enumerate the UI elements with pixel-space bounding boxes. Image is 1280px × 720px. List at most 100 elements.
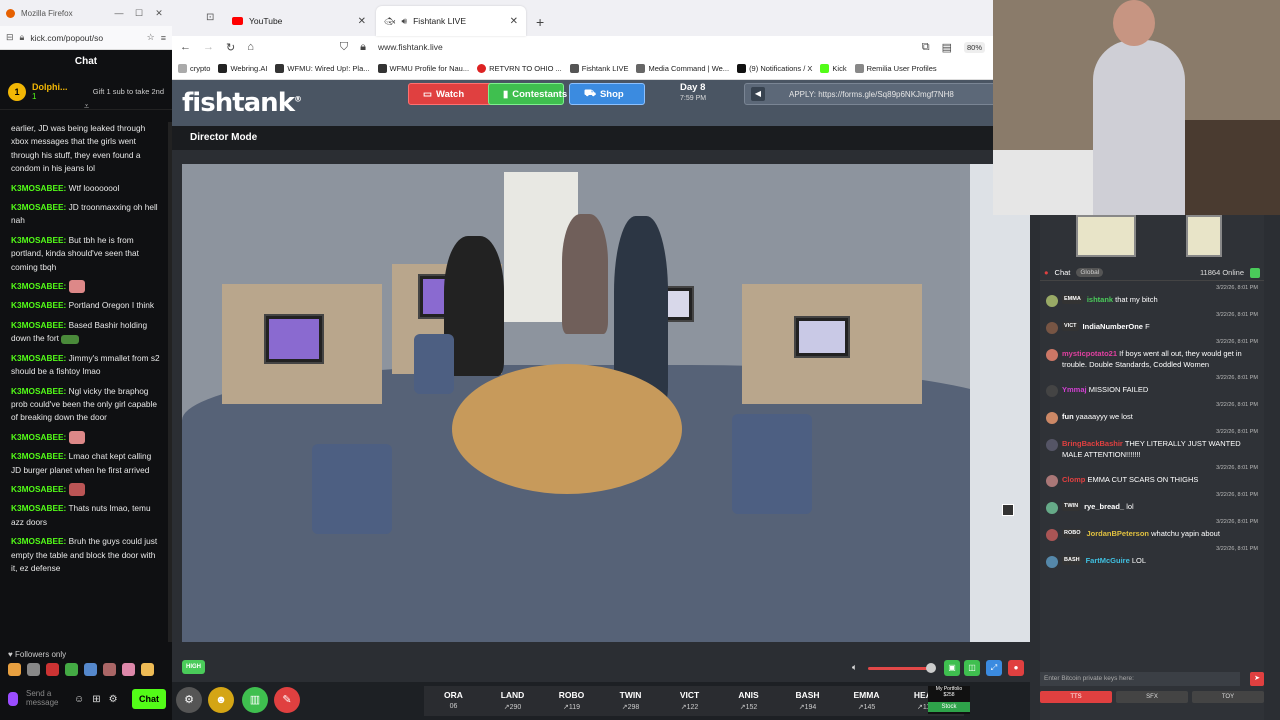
stock-item[interactable]: ANIS ↗152 xyxy=(719,686,778,716)
picture-in-picture-icon[interactable]: ⧉ xyxy=(922,41,930,54)
bookmark-item[interactable]: Media Command | We... xyxy=(636,64,729,73)
bookmark-item[interactable]: crypto xyxy=(178,64,210,73)
avatar[interactable] xyxy=(1046,349,1058,361)
new-tab-icon[interactable]: + xyxy=(528,14,552,36)
emote-icon[interactable] xyxy=(84,663,97,676)
volume-icon[interactable]: 🔈︎ xyxy=(852,662,857,673)
avatar[interactable] xyxy=(1046,475,1058,487)
stock-item[interactable]: ORA 06 xyxy=(424,686,483,716)
stock-item[interactable]: ROBO ↗119 xyxy=(542,686,601,716)
avatar[interactable] xyxy=(1046,322,1058,334)
emote-icon[interactable] xyxy=(141,663,154,676)
volume-slider[interactable] xyxy=(868,667,932,670)
avatar[interactable] xyxy=(1046,295,1058,307)
coin-icon[interactable]: ☻ xyxy=(208,687,234,713)
sfx-button[interactable]: SFX xyxy=(1116,691,1188,703)
send-icon[interactable]: ➤ xyxy=(1250,672,1264,686)
record-icon[interactable]: ● xyxy=(1008,660,1024,676)
mic-icon[interactable] xyxy=(8,692,18,706)
stock-item[interactable]: VICT ↗122 xyxy=(660,686,719,716)
shop-button[interactable]: ⛟ Shop xyxy=(569,83,645,105)
kick-url-bar[interactable]: ⊟ 🔒︎ kick.com/popout/so ☆ ≡ xyxy=(0,26,172,50)
avatar[interactable] xyxy=(1046,502,1058,514)
stock-item[interactable]: TWIN ↗298 xyxy=(601,686,660,716)
forward-icon[interactable]: → xyxy=(203,41,214,53)
gift-sub-text[interactable]: Gift 1 sub to take 2nd xyxy=(93,87,164,96)
bookmark-item[interactable]: Remilia User Profiles xyxy=(854,64,937,73)
kick-url[interactable]: kick.com/popout/so xyxy=(30,33,140,43)
gift-leaderboard[interactable]: 1 Dolphi... 1 Gift 1 sub to take 2nd ⩡ xyxy=(0,74,172,112)
chat-username[interactable]: JordanBPeterson xyxy=(1087,529,1150,538)
toy-button[interactable]: TOY xyxy=(1192,691,1264,703)
emote-icon[interactable] xyxy=(103,663,116,676)
chat-username[interactable]: Clomp xyxy=(1062,475,1085,484)
emote-icon[interactable] xyxy=(65,663,78,676)
chat-username[interactable]: FartMcGuire xyxy=(1086,556,1130,565)
zoom-level[interactable]: 80% xyxy=(963,41,985,53)
avatar[interactable] xyxy=(1046,529,1058,541)
chat-username[interactable]: rye_bread_ xyxy=(1084,502,1124,511)
settings-icon[interactable]: ⚙ xyxy=(109,694,118,705)
close-tab-icon[interactable]: ✕ xyxy=(510,16,518,27)
bookmark-item[interactable]: WFMU Profile for Nau... xyxy=(377,64,469,73)
close-icon[interactable]: ✕ xyxy=(152,8,166,19)
stock-item[interactable]: BASH ↗194 xyxy=(778,686,837,716)
bookmark-item[interactable]: Fishtank LIVE xyxy=(569,64,628,73)
avatar[interactable] xyxy=(1046,385,1058,397)
bookmark-item[interactable]: Kick xyxy=(820,64,847,73)
popout-icon[interactable] xyxy=(1250,267,1260,278)
avatar[interactable] xyxy=(1046,556,1058,568)
emote-picker-icon[interactable]: ☺ xyxy=(74,694,84,705)
portfolio-widget[interactable]: My Portfolio $258 Stock xyxy=(928,686,970,714)
tab-fishtank[interactable]: 🐟︎ 🔊︎ Fishtank LIVE ✕ xyxy=(376,6,526,36)
ticker-back-icon[interactable]: ◀ xyxy=(751,87,765,101)
shield-icon[interactable]: ⛉ xyxy=(340,41,348,54)
stock-item[interactable]: LAND ↗290 xyxy=(483,686,542,716)
menu-icon[interactable]: ≡ xyxy=(161,33,166,43)
speaker-icon[interactable]: 🔊︎ xyxy=(401,16,407,27)
message-input[interactable]: Send a message xyxy=(26,689,66,708)
avatar[interactable] xyxy=(1046,412,1058,424)
tab-youtube[interactable]: YouTube ✕ xyxy=(224,6,374,36)
address-bar[interactable]: www.fishtank.live xyxy=(378,42,910,52)
chat-username[interactable]: BringBackBashir xyxy=(1062,439,1123,448)
fullscreen-icon[interactable]: ⤢ xyxy=(986,660,1002,676)
chat-username[interactable]: fun xyxy=(1062,412,1074,421)
tts-button[interactable]: TTS xyxy=(1040,691,1112,703)
emote-icon[interactable] xyxy=(27,663,40,676)
tab-list-icon[interactable]: ⊡ xyxy=(206,12,214,23)
bookmark-item[interactable]: RETVRN TO OHIO ... xyxy=(477,64,562,73)
settings-gear-icon[interactable]: ⚙ xyxy=(176,687,202,713)
recent-emotes[interactable] xyxy=(8,663,154,676)
reload-icon[interactable]: ↻ xyxy=(226,41,235,54)
item-icon[interactable]: ✎ xyxy=(274,687,300,713)
chat-username[interactable]: Ymmaj xyxy=(1062,385,1087,394)
expand-icon[interactable]: ⩡ xyxy=(84,101,89,112)
volume-knob[interactable] xyxy=(926,663,936,673)
home-icon[interactable]: ⌂ xyxy=(247,41,254,53)
camera-thumbnail[interactable] xyxy=(1076,215,1136,257)
announcement-ticker[interactable]: ◀ APPLY: https://forms.gle/Sq89p6NKJmgf7… xyxy=(744,83,996,105)
pip-icon[interactable]: ◫ xyxy=(964,660,980,676)
contestants-button[interactable]: ▮ Contestants xyxy=(488,83,567,105)
chat-username[interactable]: IndiaNumberOne xyxy=(1083,322,1143,331)
bitcoin-input[interactable]: Enter Bitcoin private keys here: xyxy=(1040,672,1240,686)
emote-icon[interactable] xyxy=(8,663,21,676)
page-info-icon[interactable]: ⊟ xyxy=(6,32,14,43)
quality-badge[interactable]: HIGH xyxy=(182,660,205,674)
bookmark-star-icon[interactable]: ☆ xyxy=(147,32,155,43)
expand-video-icon[interactable] xyxy=(1002,504,1014,516)
portfolio-stock-button[interactable]: Stock xyxy=(928,702,970,712)
gift-icon[interactable]: ⊞ xyxy=(92,694,100,705)
bookmark-item[interactable]: Webring.AI xyxy=(218,64,267,73)
chat-username[interactable]: ishtank xyxy=(1087,295,1113,304)
maximize-icon[interactable]: ☐ xyxy=(132,8,146,19)
emote-icon[interactable] xyxy=(46,663,59,676)
send-chat-button[interactable]: Chat xyxy=(132,689,166,709)
global-room-pill[interactable]: Global xyxy=(1076,268,1104,277)
minimize-icon[interactable]: — xyxy=(112,8,126,18)
fishtank-logo[interactable]: fishtank® xyxy=(182,88,302,118)
camera-thumbnail[interactable] xyxy=(1186,215,1222,257)
reader-icon[interactable]: ▤ xyxy=(942,41,952,54)
clips-icon[interactable]: ▣ xyxy=(944,660,960,676)
